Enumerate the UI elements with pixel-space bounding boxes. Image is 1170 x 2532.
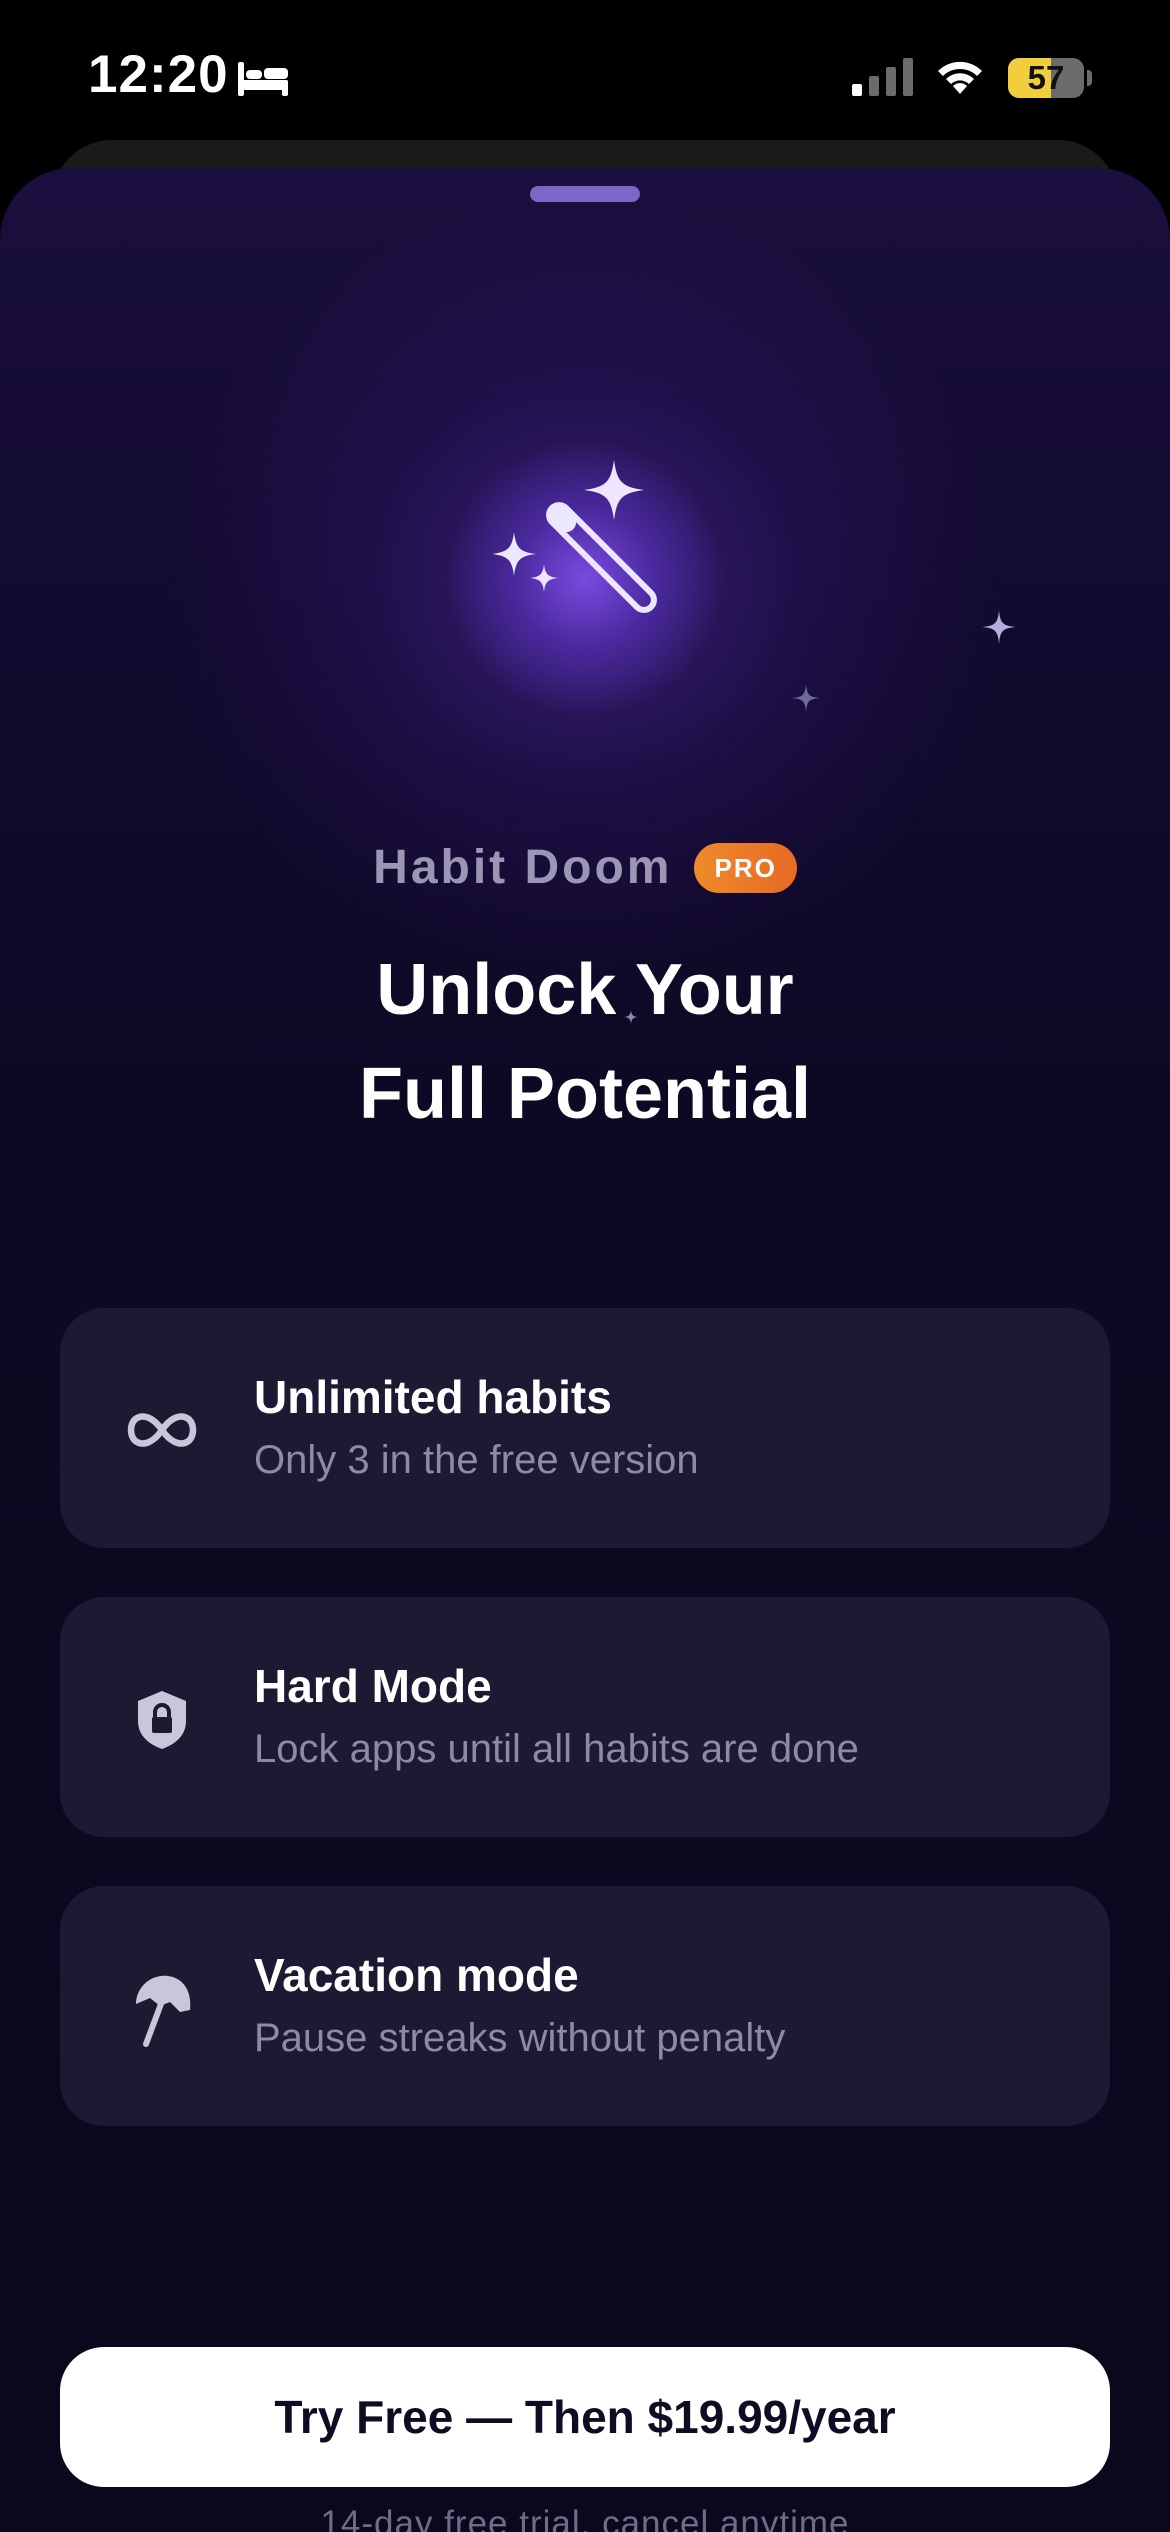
try-free-button[interactable]: Try Free — Then $19.99/year — [60, 2347, 1110, 2487]
brand-row: Habit Doom PRO — [0, 840, 1170, 900]
battery-icon: 57 — [1008, 58, 1084, 98]
feature-card-vacation-mode: Vacation mode Pause streaks without pena… — [60, 1886, 1110, 2126]
sheet-grabber[interactable] — [530, 186, 640, 202]
beach-umbrella-icon — [136, 1975, 191, 2047]
sparkle-icon — [624, 1010, 638, 1024]
headline: Unlock Your Full Potential — [0, 938, 1170, 1146]
feature-card-unlimited-habits: Unlimited habits Only 3 in the free vers… — [60, 1308, 1110, 1548]
feature-card-hard-mode: Hard Mode Lock apps until all habits are… — [60, 1597, 1110, 1837]
status-time: 12:20 — [88, 45, 229, 104]
headline-line-2: Full Potential — [358, 1054, 811, 1134]
status-bar: 12:20 57 — [0, 0, 1170, 150]
sparkle-icon — [982, 610, 1016, 644]
feature-title: Unlimited habits — [254, 1371, 612, 1423]
feature-subtitle: Only 3 in the free version — [254, 1438, 699, 1482]
feature-subtitle: Pause streaks without penalty — [254, 2016, 786, 2060]
lock-shield-icon — [138, 1691, 186, 1749]
sparkle-icon — [792, 684, 820, 712]
cellular-signal-icon — [852, 58, 913, 96]
battery-level: 57 — [1027, 59, 1065, 96]
pro-badge: PRO — [694, 842, 797, 893]
feature-title: Vacation mode — [254, 1949, 579, 2001]
brand-name: Habit Doom — [373, 841, 673, 894]
wifi-icon — [938, 61, 982, 94]
battery-cap — [1087, 70, 1092, 86]
headline-line-1: Unlock Your — [376, 950, 794, 1030]
magic-wand-icon — [492, 460, 657, 613]
paywall-sheet[interactable]: Habit Doom PRO Unlock Your Full Potential… — [0, 168, 1170, 2532]
feature-subtitle: Lock apps until all habits are done — [254, 1727, 859, 1771]
bed-icon — [238, 62, 288, 96]
feature-title: Hard Mode — [254, 1660, 492, 1712]
infinity-icon — [127, 1413, 197, 1447]
paywall-screen: 12:20 57 Habit Doom PRO Unlock Your Full… — [0, 0, 1170, 2532]
trial-note: 14-day free trial, cancel anytime — [320, 2504, 850, 2532]
